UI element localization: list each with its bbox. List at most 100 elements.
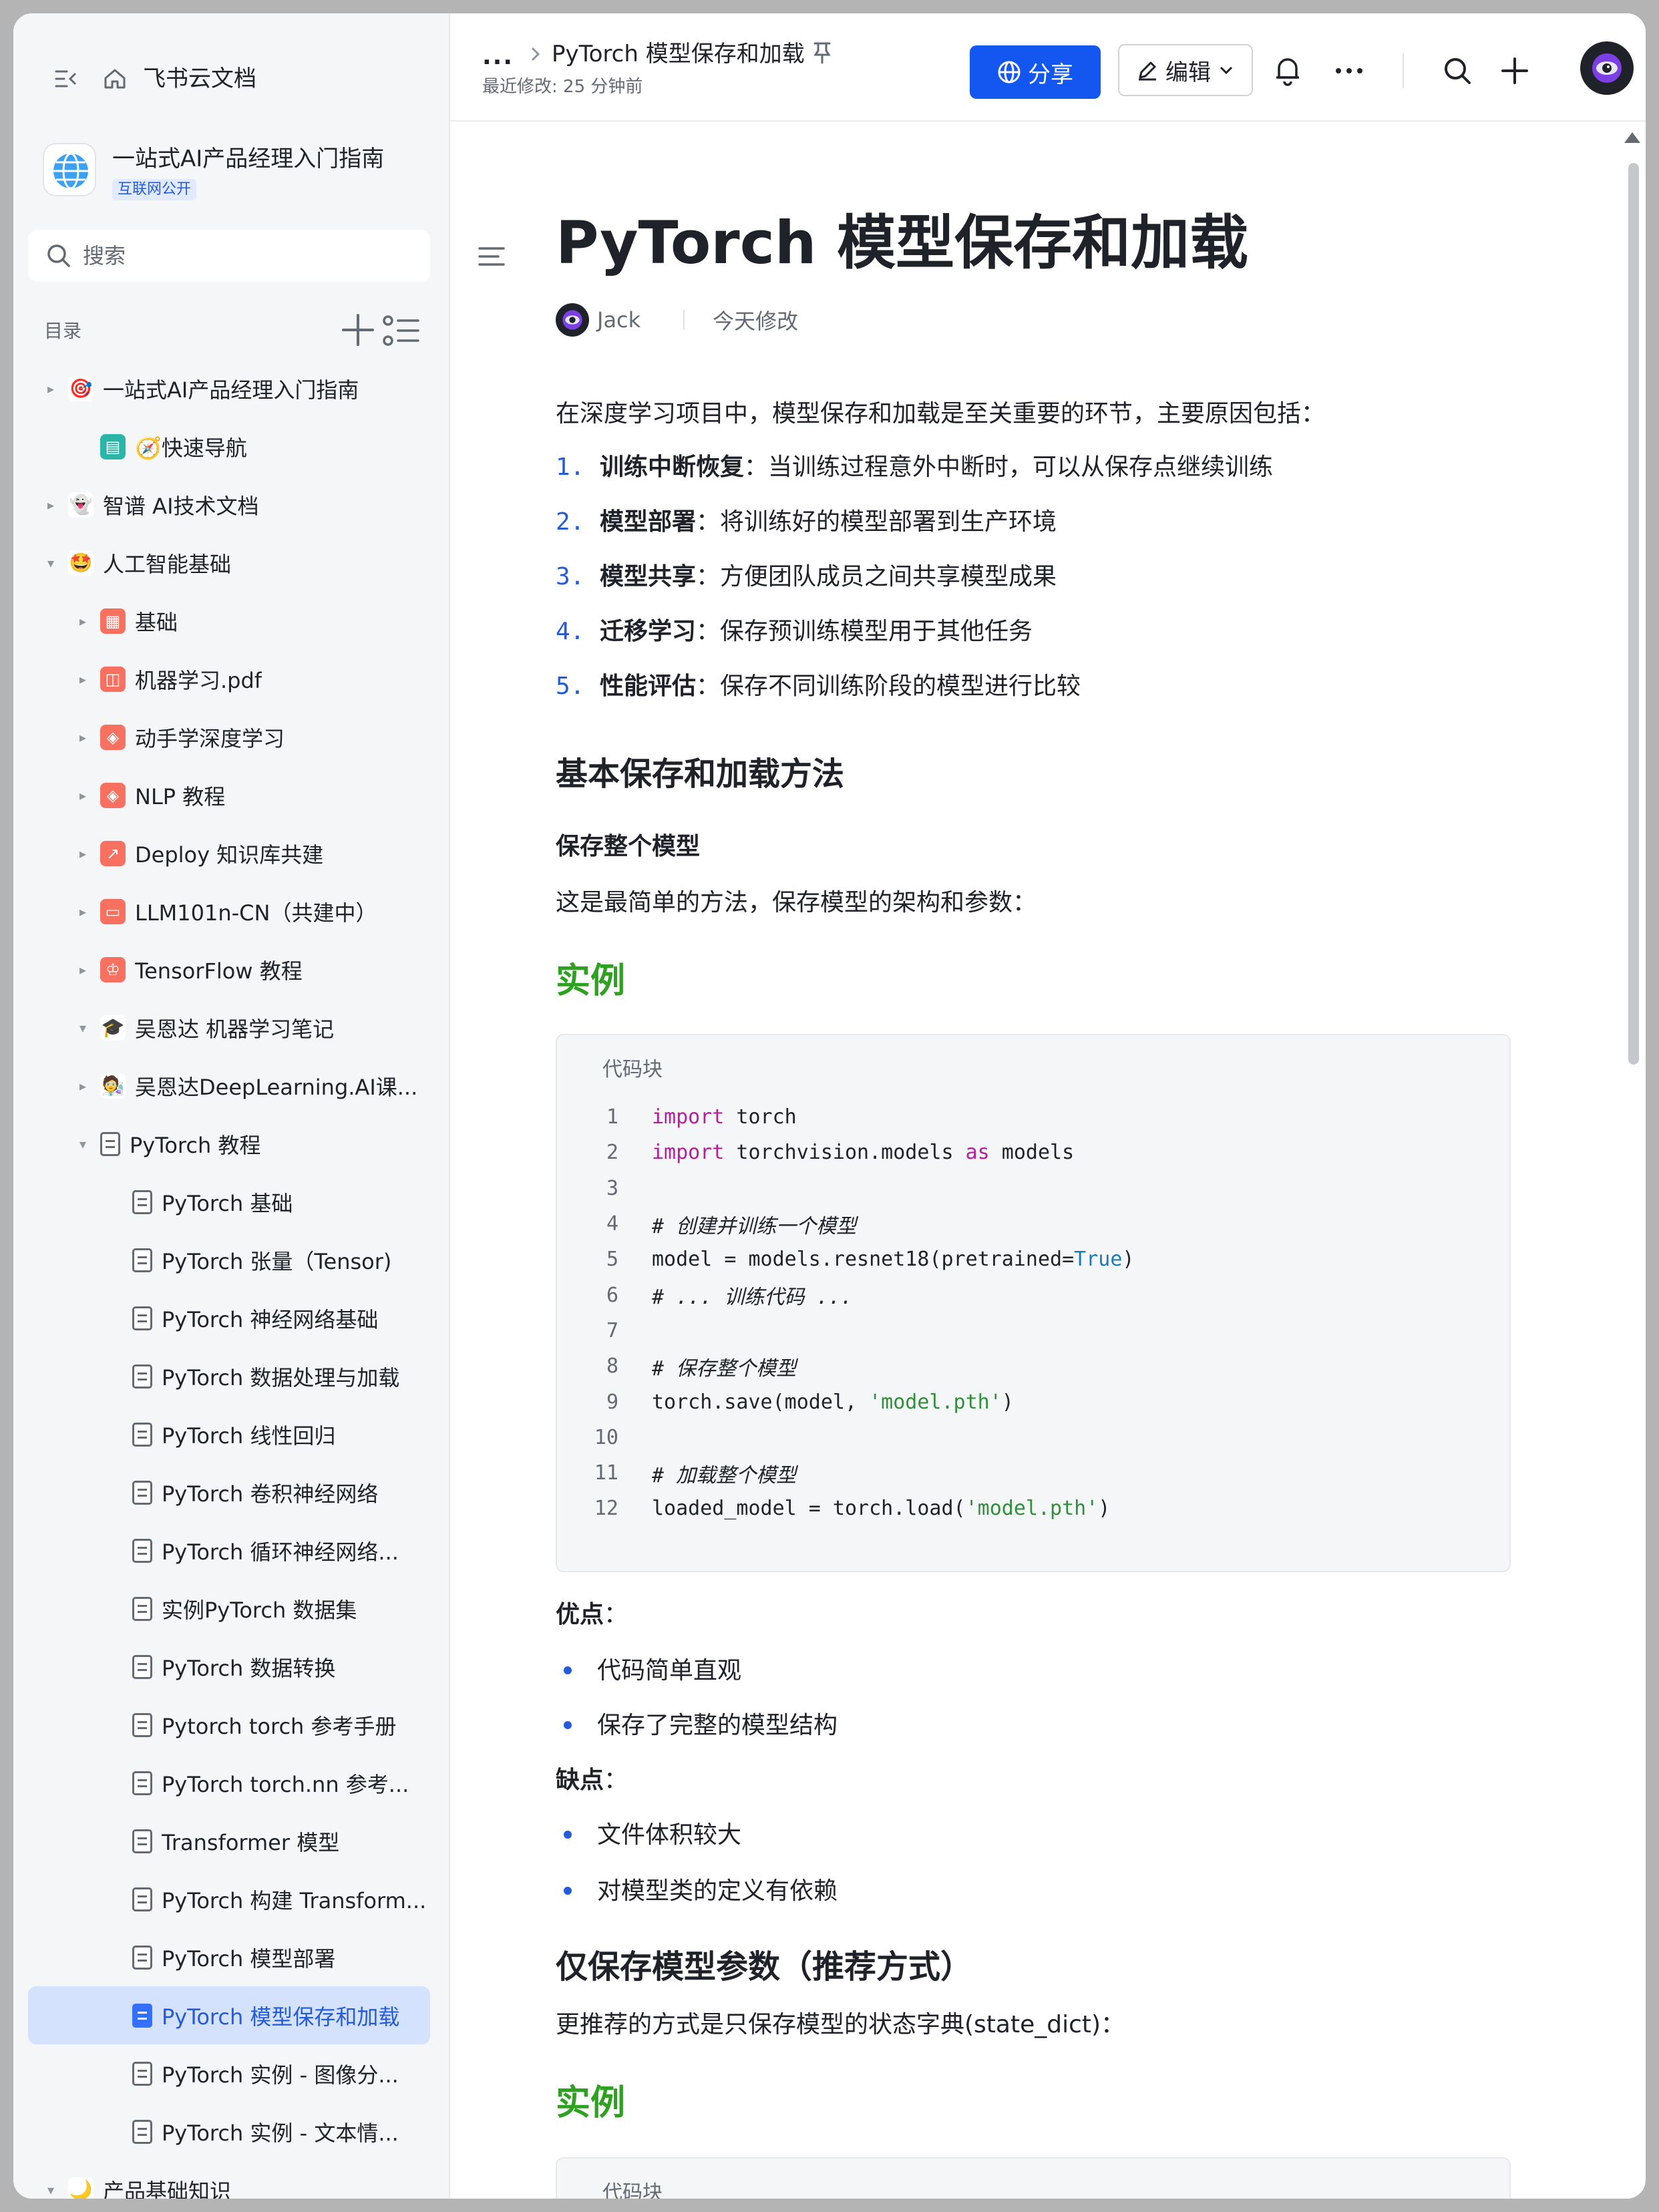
edit-mode-button[interactable]: 编辑 [1118, 44, 1253, 96]
doc-icon [132, 1364, 152, 1389]
sidebar-item[interactable]: PyTorch 实例 - 图像分... [28, 2044, 430, 2102]
sidebar-item[interactable]: 实例PyTorch 数据集 [28, 1580, 430, 1638]
sidebar-item-label: PyTorch torch.nn 参考... [162, 1771, 409, 1797]
sidebar-item[interactable]: PyTorch 模型部署 [28, 1928, 430, 1986]
public-badge: 互联网公开 [112, 179, 197, 200]
more-icon[interactable] [1330, 52, 1368, 89]
sidebar-item[interactable]: PyTorch 模型保存和加载 [28, 1986, 430, 2044]
add-icon[interactable] [1496, 52, 1533, 89]
doc-icon [132, 1712, 152, 1737]
app-window: 飞书云文档 一站式AI产品经理入门指南 互联网公开 目录 ▸ 🎯 一站式AI产品经理… [13, 13, 1646, 2199]
list-desc: ：方便团队成员之间共享模型成果 [696, 563, 1057, 590]
sidebar-item[interactable]: ▸ 👻 智谱 AI技术文档 [28, 476, 430, 534]
scroll-up-arrow[interactable] [1624, 132, 1640, 143]
sidebar-item[interactable]: PyTorch 数据转换 [28, 1638, 430, 1696]
sidebar-item[interactable]: ▸ ◈ NLP 教程 [28, 766, 430, 824]
sidebar-item-label: NLP 教程 [135, 783, 226, 809]
author-name[interactable]: Jack [597, 307, 640, 333]
ghost-emoji-icon: 👻 [68, 492, 94, 518]
ordered-list-item: 4. 迁移学习：保存预训练模型用于其他任务 [556, 614, 1033, 649]
sidebar-item[interactable]: PyTorch 卷积神经网络 [28, 1463, 430, 1521]
caret-right-icon[interactable]: ▸ [75, 729, 91, 745]
grad-cap-emoji-icon: 🎓 [100, 1015, 126, 1041]
example-heading: 实例 [556, 961, 626, 1001]
caret-right-icon[interactable]: ▸ [75, 962, 91, 978]
code-line: 1 import torch [606, 1105, 797, 1129]
sidebar-item[interactable]: PyTorch 神经网络基础 [28, 1289, 430, 1347]
paragraph-save-params: 更推荐的方式是只保存模型的状态字典(state_dict)： [556, 2011, 1125, 2038]
sidebar-item[interactable]: ▸ 🎯 一站式AI产品经理入门指南 [28, 359, 430, 417]
sidebar-item[interactable]: Pytorch torch 参考手册 [28, 1696, 430, 1754]
caret-right-icon[interactable]: ▸ [43, 497, 59, 513]
author-avatar[interactable] [556, 303, 589, 337]
caret-right-icon[interactable]: ▸ [75, 1078, 91, 1094]
sidebar-item[interactable]: ▾ PyTorch 教程 [28, 1115, 430, 1173]
caret-down-icon[interactable]: ▾ [75, 1136, 91, 1152]
breadcrumb-doc-title[interactable]: PyTorch 模型保存和加载 [552, 39, 805, 69]
last-modified-text: 最近修改: 25 分钟前 [482, 77, 643, 97]
sidebar-item[interactable]: PyTorch 循环神经网络... [28, 1521, 430, 1580]
tree-view-icon[interactable] [382, 314, 421, 349]
sidebar-item[interactable]: PyTorch 张量（Tensor) [28, 1231, 430, 1289]
chevron-down-icon [1220, 66, 1233, 75]
sidebar-item[interactable]: ▸ ▦ 基础 [28, 592, 430, 650]
caret-right-icon[interactable]: ▸ [75, 613, 91, 629]
sidebar-item[interactable]: ▸ ↗ Deploy 知识库共建 [28, 824, 430, 882]
doc-icon [132, 1189, 152, 1214]
caret-right-icon[interactable]: ▸ [75, 671, 91, 687]
trend-icon: ↗ [100, 840, 126, 866]
sidebar-item[interactable]: PyTorch 构建 Transform... [28, 1870, 430, 1928]
caret-down-icon[interactable]: ▾ [43, 555, 59, 571]
share-button[interactable]: 分享 [970, 45, 1101, 99]
code-line: 10 [594, 1425, 618, 1449]
outline-toggle-icon[interactable] [477, 243, 506, 270]
pin-icon[interactable] [812, 41, 832, 69]
sidebar-item[interactable]: ▾ 🌙 产品基础知识 [28, 2161, 430, 2199]
doc-content[interactable]: PyTorch 模型保存和加载 Jack 今天修改 在深度学习项目中，模型保存和… [450, 122, 1646, 2199]
sidebar-item[interactable]: ▸ ◫ 机器学习.pdf [28, 650, 430, 708]
sidebar-item[interactable]: ▸ ♔ TensorFlow 教程 [28, 940, 430, 998]
breadcrumb-more-button[interactable]: ... [482, 43, 514, 70]
sidebar-item[interactable]: ▾ 🤩 人工智能基础 [28, 534, 430, 592]
sidebar-item-label: TensorFlow 教程 [135, 958, 303, 984]
search-input[interactable] [83, 239, 417, 272]
caret-right-icon[interactable]: ▸ [75, 904, 91, 920]
gamepad-icon: ◫ [100, 666, 126, 692]
sidebar-item-label: 智谱 AI技术文档 [103, 493, 259, 519]
sidebar-item-label: 吴恩达 机器学习笔记 [135, 1016, 335, 1042]
author-line: Jack 今天修改 [556, 302, 798, 338]
list-desc: ：保存预训练模型用于其他任务 [696, 618, 1033, 645]
caret-right-icon[interactable]: ▸ [75, 787, 91, 803]
heading-basic-methods: 基本保存和加载方法 [556, 755, 845, 793]
collapse-sidebar-icon[interactable] [52, 65, 79, 92]
sidebar-item[interactable]: PyTorch torch.nn 参考... [28, 1754, 430, 1812]
caret-down-icon[interactable]: ▾ [43, 2182, 59, 2198]
search-icon[interactable] [1439, 52, 1476, 89]
caret-down-icon[interactable]: ▾ [75, 1020, 91, 1036]
scrollbar-thumb[interactable] [1628, 163, 1639, 1065]
sidebar-item[interactable]: ▸ ◈ 动手学深度学习 [28, 708, 430, 766]
caret-right-icon[interactable]: ▸ [43, 381, 59, 397]
home-icon[interactable] [102, 65, 128, 92]
sidebar-item[interactable]: PyTorch 数据处理与加载 [28, 1347, 430, 1405]
sidebar-item[interactable]: ▾ 🎓 吴恩达 机器学习笔记 [28, 998, 430, 1057]
sidebar-item-label: PyTorch 教程 [130, 1132, 261, 1158]
sidebar-item[interactable]: ▸ 🧑‍🔬 吴恩达DeepLearning.AI课... [28, 1057, 430, 1115]
sidebar-item[interactable]: PyTorch 基础 [28, 1173, 430, 1231]
sidebar-item[interactable]: PyTorch 线性回归 [28, 1405, 430, 1463]
space-header[interactable]: 一站式AI产品经理入门指南 互联网公开 [43, 138, 430, 211]
user-avatar[interactable] [1580, 41, 1634, 95]
add-page-icon[interactable] [339, 311, 377, 349]
sidebar-item[interactable]: PyTorch 实例 - 文本情... [28, 2102, 430, 2161]
sidebar-item[interactable]: Transformer 模型 [28, 1812, 430, 1870]
bell-icon[interactable] [1269, 52, 1306, 89]
brand-name[interactable]: 飞书云文档 [143, 63, 256, 95]
code-block[interactable]: 代码块 1 import torch 2 import torchvision.mo… [556, 1034, 1511, 1572]
caret-right-icon[interactable]: ▸ [75, 846, 91, 862]
board-icon: ▤ [100, 433, 126, 459]
code-line: 8 # 保存整个模型 [606, 1354, 797, 1380]
code-block[interactable]: 代码块 [556, 2157, 1511, 2199]
list-desc: ：当训练过程意外中断时，可以从保存点继续训练 [744, 453, 1274, 481]
sidebar-item[interactable]: ▤ 🧭快速导航 [28, 417, 430, 476]
sidebar-item[interactable]: ▸ ▭ LLM101n-CN（共建中） [28, 882, 430, 940]
